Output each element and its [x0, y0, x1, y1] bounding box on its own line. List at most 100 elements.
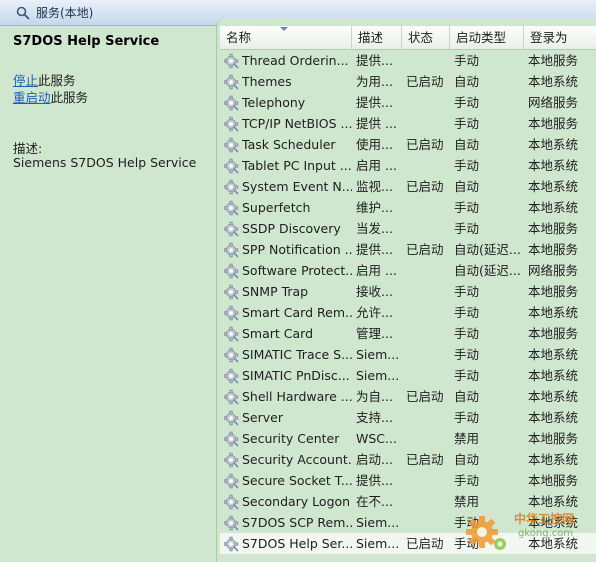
table-row[interactable]: Server 支持... 手动 本地系统 [220, 407, 596, 428]
service-logon-cell: 本地服务 [528, 116, 579, 131]
service-name: Thread Orderin... [242, 53, 349, 68]
service-detail-pane: S7DOS Help Service 停止此服务 重启动此服务 描述: Siem… [6, 26, 216, 562]
service-description-cell: 在不... [356, 494, 393, 509]
restart-service-link[interactable]: 重启动 [13, 90, 51, 105]
table-row[interactable]: Secure Socket T... 提供... 手动 本地服务 [220, 470, 596, 491]
service-name: SNMP Trap [242, 284, 309, 299]
service-logon-cell: 本地系统 [528, 410, 579, 425]
service-startup-cell: 手动 [454, 158, 480, 173]
service-name-cell: Smart Card Rem... [220, 302, 352, 323]
service-logon-cell: 本地服务 [528, 473, 579, 488]
service-name-cell: SIMATIC Trace S... [220, 344, 352, 365]
service-startup-cell: 自动(延迟... [454, 263, 521, 278]
service-startup-cell: 自动 [454, 389, 480, 404]
service-name: Smart Card Rem... [242, 305, 352, 320]
table-row[interactable]: Shell Hardware ... 为自... 已启动 自动 本地系统 [220, 386, 596, 407]
gear-icon [224, 305, 239, 321]
table-row[interactable]: Smart Card 管理... 手动 本地服务 [220, 323, 596, 344]
column-header-description[interactable]: 描述 [352, 26, 402, 50]
table-row[interactable]: System Event N... 监视... 已启动 自动 本地系统 [220, 176, 596, 197]
gear-icon [224, 284, 239, 300]
table-row[interactable]: TCP/IP NetBIOS ... 提供 ... 手动 本地服务 [220, 113, 596, 134]
service-name-cell: Tablet PC Input ... [220, 155, 352, 176]
service-name-cell: Security Center [220, 428, 352, 449]
service-name-cell: Smart Card [220, 323, 352, 344]
service-startup-cell: 禁用 [454, 431, 480, 446]
table-row[interactable]: Themes 为用... 已启动 自动 本地系统 [220, 71, 596, 92]
service-logon-cell: 本地服务 [528, 242, 579, 257]
table-row[interactable]: Telephony 提供... 手动 网络服务 [220, 92, 596, 113]
service-status-cell [402, 344, 450, 365]
service-name-cell: Security Account... [220, 449, 352, 470]
service-status-cell [402, 218, 450, 239]
service-title: S7DOS Help Service [13, 34, 160, 49]
table-row[interactable]: SSDP Discovery 当发... 手动 本地服务 [220, 218, 596, 239]
service-description-cell: 管理... [356, 326, 393, 341]
column-header-name[interactable]: 名称 [220, 26, 352, 50]
service-name-cell: Server [220, 407, 352, 428]
table-row[interactable]: Security Account... 启动... 已启动 自动 本地系统 [220, 449, 596, 470]
service-name-cell: SNMP Trap [220, 281, 352, 302]
description-text: Siemens S7DOS Help Service [13, 155, 197, 170]
service-name-cell: Themes [220, 71, 352, 92]
service-status-cell [402, 407, 450, 428]
table-row[interactable]: SPP Notification ... 提供... 已启动 自动(延迟... 本地服务 [220, 239, 596, 260]
service-logon-cell: 本地服务 [528, 326, 579, 341]
service-status-cell [402, 50, 450, 71]
service-startup-cell: 自动(延迟... [454, 242, 521, 257]
service-startup-cell: 手动 [454, 53, 480, 68]
service-description-cell: 提供 ... [356, 116, 397, 131]
watermark-logo: 中华工控网 gkong.com [462, 508, 592, 554]
service-logon-cell: 本地系统 [528, 200, 579, 215]
service-description-cell: 启用 ... [356, 158, 397, 173]
service-status-cell [402, 155, 450, 176]
service-description-cell: 使用... [356, 137, 393, 152]
service-logon-cell: 本地系统 [528, 74, 579, 89]
service-startup-cell: 手动 [454, 200, 480, 215]
table-row[interactable]: Task Scheduler 使用... 已启动 自动 本地系统 [220, 134, 596, 155]
service-description-cell: 启用 ... [356, 263, 397, 278]
service-name-cell: Secure Socket T... [220, 470, 352, 491]
service-status-cell [402, 365, 450, 386]
service-logon-cell: 本地系统 [528, 179, 579, 194]
service-logon-cell: 本地服务 [528, 431, 579, 446]
service-name: Telephony [242, 95, 306, 110]
service-status-cell [402, 512, 450, 533]
service-logon-cell: 本地服务 [528, 284, 579, 299]
service-name: Secure Socket T... [242, 473, 352, 488]
table-row[interactable]: Smart Card Rem... 允许... 手动 本地系统 [220, 302, 596, 323]
gear-logo-icon [466, 516, 506, 550]
service-status-cell: 已启动 [406, 389, 444, 404]
service-status-cell [402, 428, 450, 449]
gear-icon [224, 242, 239, 258]
service-name-cell: Telephony [220, 92, 352, 113]
stop-service-suffix: 此服务 [38, 73, 76, 88]
service-logon-cell: 本地系统 [528, 368, 579, 383]
restart-service-action: 重启动此服务 [13, 87, 88, 106]
table-row[interactable]: SNMP Trap 接收... 手动 本地服务 [220, 281, 596, 302]
service-name: SSDP Discovery [242, 221, 341, 236]
column-header-status[interactable]: 状态 [402, 26, 450, 50]
stop-service-link[interactable]: 停止 [13, 73, 38, 88]
service-status-cell: 已启动 [406, 536, 444, 551]
table-row[interactable]: Superfetch 维护... 手动 本地系统 [220, 197, 596, 218]
service-description-cell: 支持... [356, 410, 393, 425]
service-name: Secondary Logon [242, 494, 351, 509]
gear-icon [224, 515, 239, 531]
column-header-log-on-as[interactable]: 登录为 [524, 26, 596, 50]
table-row[interactable]: Software Protect... 启用 ... 自动(延迟... 网络服务 [220, 260, 596, 281]
column-header-startup-type[interactable]: 启动类型 [450, 26, 524, 50]
service-startup-cell: 手动 [454, 95, 480, 110]
table-row[interactable]: SIMATIC PnDisc... Siem... 手动 本地系统 [220, 365, 596, 386]
service-description-cell: Siem... [356, 515, 400, 530]
service-logon-cell: 本地系统 [528, 305, 579, 320]
service-status-cell [402, 302, 450, 323]
table-row[interactable]: Security Center WSC... 禁用 本地服务 [220, 428, 596, 449]
table-row[interactable]: Tablet PC Input ... 启用 ... 手动 本地系统 [220, 155, 596, 176]
gear-icon [224, 200, 239, 216]
table-row[interactable]: Thread Orderin... 提供... 手动 本地服务 [220, 50, 596, 71]
watermark-text: 中华工控网 [514, 512, 575, 526]
watermark-url: gkong.com [518, 528, 574, 539]
service-description-cell: Siem... [356, 347, 400, 362]
table-row[interactable]: SIMATIC Trace S... Siem... 手动 本地系统 [220, 344, 596, 365]
